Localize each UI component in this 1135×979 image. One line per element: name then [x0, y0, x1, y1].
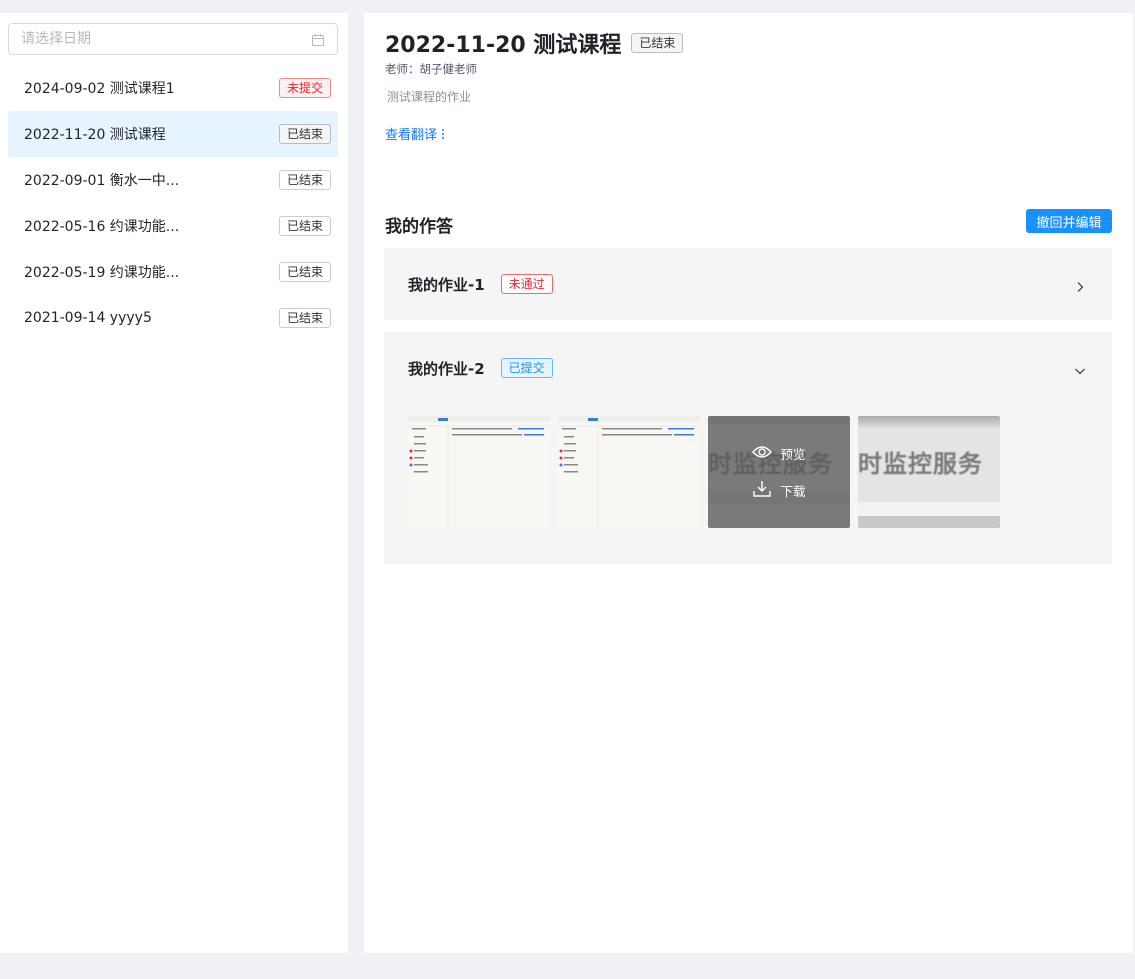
course-title: 2022-11-20 测试课程	[24, 127, 166, 143]
calendar-icon[interactable]	[311, 32, 325, 46]
course-title: 2022-05-16 约课功能...	[24, 219, 180, 235]
course-detail: 2022-11-20 测试课程 已结束 老师：胡子健老师 测试课程的作业 查看翻…	[364, 13, 1133, 953]
status-badge: 已结束	[278, 262, 331, 282]
download-label: 下载	[780, 484, 806, 499]
course-item[interactable]: 2022-05-16 约课功能... 已结束	[8, 203, 338, 249]
course-item[interactable]: 2022-09-01 衡水一中... 已结束	[8, 157, 338, 203]
course-title: 2022-05-19 约课功能...	[24, 265, 180, 281]
status-badge: 未提交	[278, 78, 331, 98]
status-badge: 未通过	[500, 274, 553, 294]
date-picker[interactable]	[8, 23, 338, 55]
course-header: 2022-11-20 测试课程 已结束	[385, 27, 684, 59]
course-title: 2022-09-01 衡水一中...	[24, 173, 180, 189]
attachment-thumbnail[interactable]: 时监控服务 预览 下载	[708, 416, 850, 528]
homework-panel: 我的作业-1 未通过	[384, 248, 1112, 320]
download-button[interactable]: 下载	[752, 481, 806, 500]
attachment-actions-overlay: 预览 下载	[708, 416, 850, 528]
homework-header[interactable]: 我的作业-2 已提交	[384, 332, 1112, 404]
course-item[interactable]: 2024-09-02 测试课程1 未提交	[8, 65, 338, 111]
preview-label: 预览	[780, 447, 806, 462]
course-title: 2024-09-02 测试课程1	[24, 81, 175, 97]
chevron-down-icon[interactable]	[1074, 362, 1086, 375]
status-badge: 已提交	[500, 358, 553, 378]
page-title: 2022-11-20 测试课程	[385, 33, 622, 58]
course-item[interactable]: 2022-05-19 约课功能... 已结束	[8, 249, 338, 295]
translate-label: 查看翻译	[385, 128, 438, 143]
thumbnail-text: 时监控服务	[858, 450, 983, 478]
course-title: 2021-09-14 yyyy5	[24, 310, 152, 326]
date-input[interactable]	[21, 31, 311, 47]
course-description: 测试课程的作业	[387, 90, 472, 104]
eye-icon	[752, 445, 773, 462]
section-title: 我的作答	[385, 217, 453, 237]
withdraw-edit-button[interactable]: 撤回并编辑	[1026, 209, 1112, 233]
course-item[interactable]: 2022-11-20 测试课程 已结束	[8, 111, 338, 157]
status-badge: 已结束	[278, 308, 331, 328]
status-badge: 已结束	[278, 216, 331, 236]
screenshot-thumbnail-image	[408, 416, 550, 528]
homework-panel: 我的作业-2 已提交 预览 下载 时监控服务	[384, 332, 1112, 564]
preview-button[interactable]: 预览	[752, 444, 806, 463]
status-badge: 已结束	[278, 170, 331, 190]
chevron-right-icon[interactable]	[1074, 278, 1086, 292]
attachment-thumbnail[interactable]	[558, 416, 700, 528]
status-badge: 已结束	[631, 33, 684, 53]
course-sidebar: 2024-09-02 测试课程1 未提交 2022-11-20 测试课程 已结束…	[0, 13, 348, 953]
homework-name: 我的作业-1	[408, 275, 485, 294]
teacher-label: 老师：胡子健老师	[385, 62, 477, 76]
more-vertical-icon[interactable]	[442, 128, 445, 139]
attachment-list: 时监控服务 预览 下载	[384, 404, 1112, 552]
homework-name: 我的作业-2	[408, 359, 485, 378]
attachment-thumbnail[interactable]: 时监控服务	[858, 416, 1000, 528]
course-item[interactable]: 2021-09-14 yyyy5 已结束	[8, 295, 338, 341]
homework-header[interactable]: 我的作业-1 未通过	[384, 248, 1112, 320]
attachment-thumbnail[interactable]	[408, 416, 550, 528]
status-badge: 已结束	[278, 124, 331, 144]
download-icon	[752, 481, 772, 500]
course-list: 2024-09-02 测试课程1 未提交 2022-11-20 测试课程 已结束…	[8, 65, 338, 341]
screenshot-thumbnail-image	[558, 416, 700, 528]
translate-link[interactable]: 查看翻译	[385, 124, 445, 143]
